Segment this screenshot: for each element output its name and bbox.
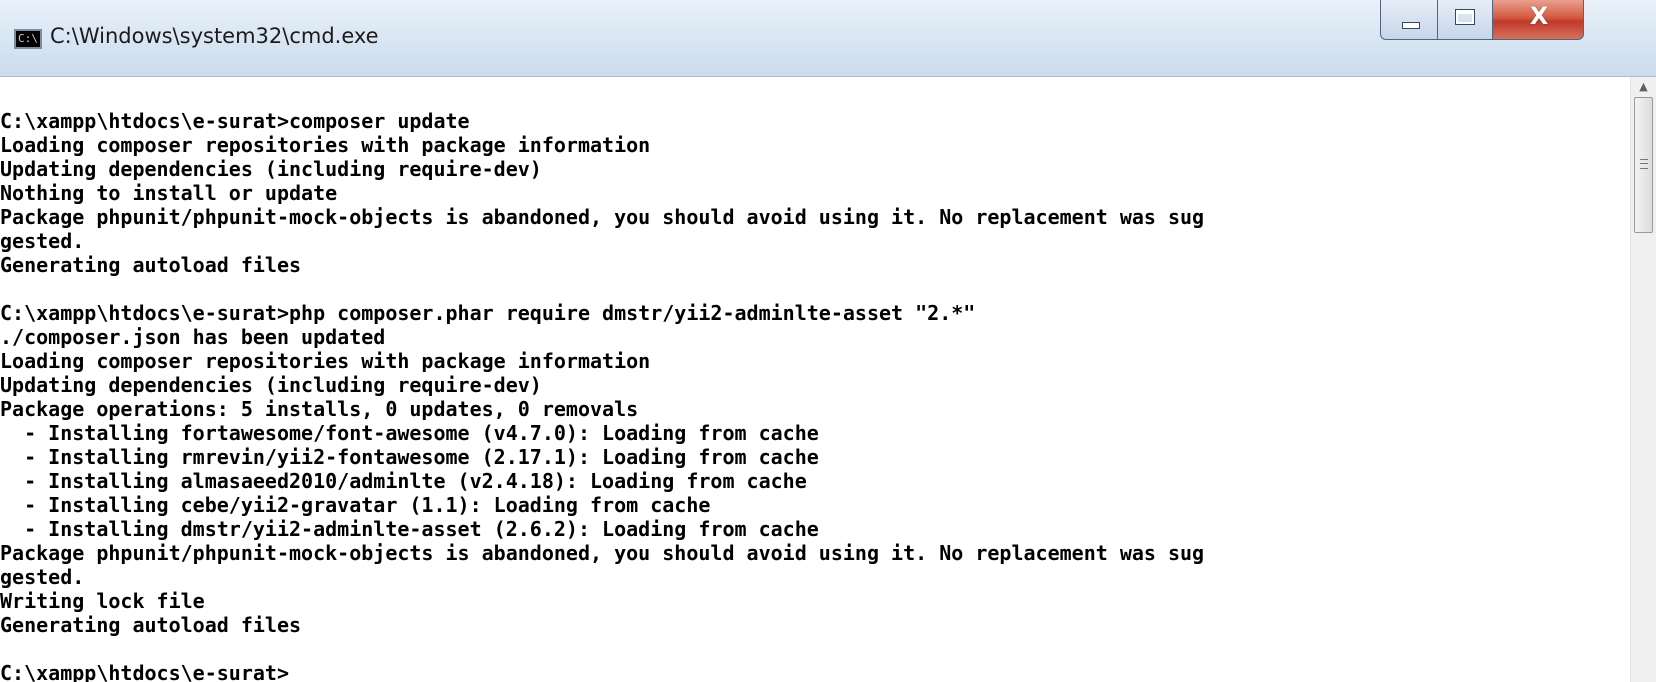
console-line: Writing lock file	[0, 589, 205, 613]
window-title: C:\Windows\system32\cmd.exe	[50, 24, 379, 48]
console-line: C:\xampp\htdocs\e-surat>	[0, 661, 289, 682]
scroll-up-arrow-icon[interactable]: ▲	[1631, 77, 1656, 97]
scrollbar-thumb[interactable]	[1634, 97, 1653, 233]
close-button[interactable]: X	[1492, 0, 1584, 40]
console-text: C:\xampp\htdocs\e-surat>composer update …	[0, 77, 1630, 682]
console-line: gested.	[0, 565, 85, 589]
console-line: Nothing to install or update	[0, 181, 338, 205]
minimize-icon	[1402, 22, 1420, 29]
maximize-icon	[1455, 9, 1475, 25]
console-output[interactable]: C:\xampp\htdocs\e-surat>composer update …	[0, 77, 1630, 682]
title-bar[interactable]: C:\ C:\Windows\system32\cmd.exe X	[0, 0, 1656, 77]
console-line: C:\xampp\htdocs\e-surat>php composer.pha…	[0, 301, 976, 325]
console-line: - Installing dmstr/yii2-adminlte-asset (…	[0, 517, 819, 541]
minimize-button[interactable]	[1380, 0, 1438, 40]
maximize-button[interactable]	[1437, 0, 1493, 40]
grip-icon	[1640, 159, 1648, 169]
console-line: Package phpunit/phpunit-mock-objects is …	[0, 541, 1205, 565]
console-line: - Installing cebe/yii2-gravatar (1.1): L…	[0, 493, 711, 517]
console-line: gested.	[0, 229, 85, 253]
console-line: Package phpunit/phpunit-mock-objects is …	[0, 205, 1205, 229]
cmd-icon[interactable]: C:\	[14, 29, 42, 49]
console-line: Package operations: 5 installs, 0 update…	[0, 397, 639, 421]
cmd-window: C:\ C:\Windows\system32\cmd.exe X C:\xam…	[0, 0, 1656, 682]
console-line: - Installing rmrevin/yii2-fontawesome (2…	[0, 445, 819, 469]
console-line: Updating dependencies (including require…	[0, 157, 542, 181]
close-icon: X	[1529, 2, 1549, 30]
console-line: C:\xampp\htdocs\e-surat>composer update	[0, 109, 470, 133]
console-line: Generating autoload files	[0, 613, 302, 637]
console-line: - Installing fortawesome/font-awesome (v…	[0, 421, 819, 445]
console-line: ./composer.json has been updated	[0, 325, 386, 349]
console-line: Generating autoload files	[0, 253, 302, 277]
vertical-scrollbar[interactable]: ▲	[1630, 77, 1656, 682]
console-line: Updating dependencies (including require…	[0, 373, 542, 397]
console-line: Loading composer repositories with packa…	[0, 133, 651, 157]
console-line: - Installing almasaeed2010/adminlte (v2.…	[0, 469, 807, 493]
console-line: Loading composer repositories with packa…	[0, 349, 651, 373]
